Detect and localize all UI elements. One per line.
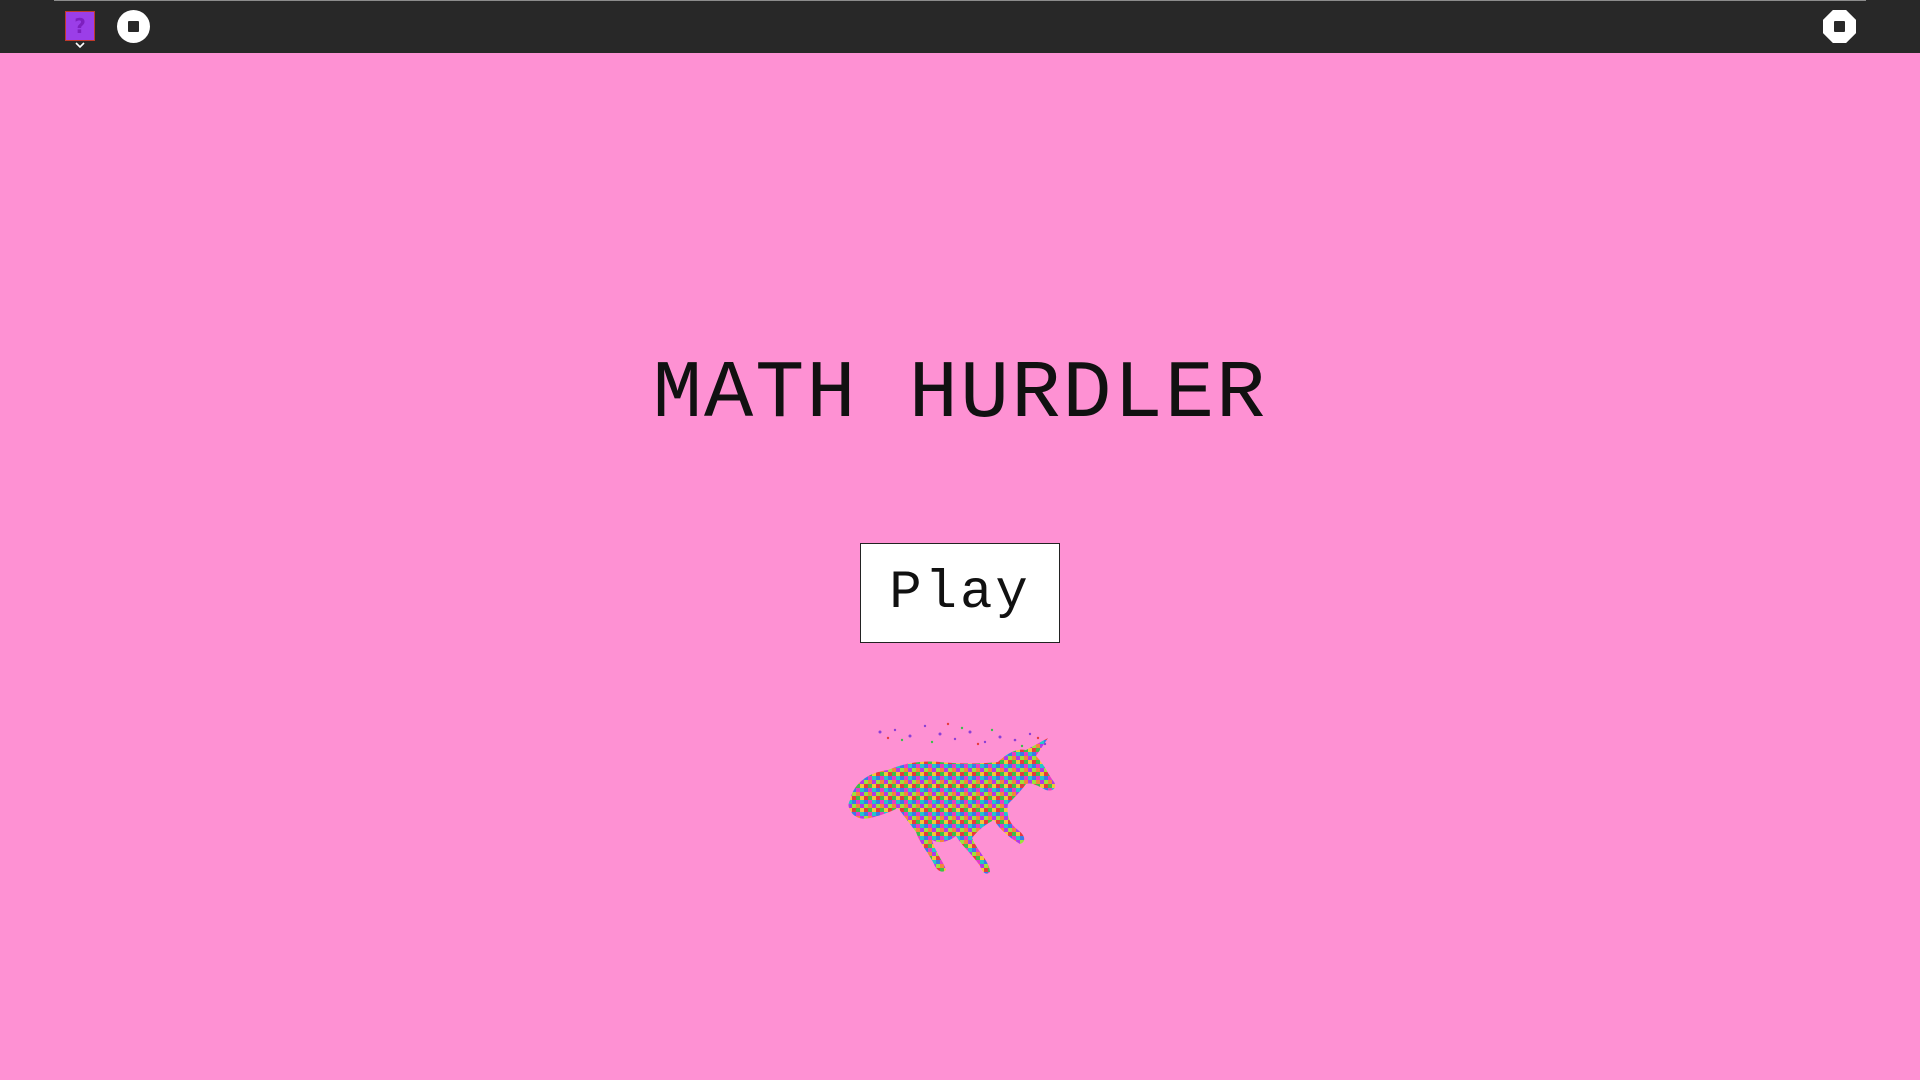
stop-sign-button[interactable] [1823, 10, 1856, 43]
stop-icon [128, 21, 139, 32]
stop-button[interactable] [117, 10, 150, 43]
toolbar-divider [54, 0, 1866, 1]
chevron-down-icon[interactable] [73, 40, 87, 50]
top-toolbar: ? [0, 0, 1920, 53]
play-button[interactable]: Play [860, 543, 1060, 643]
stop-sign-icon [1834, 21, 1845, 32]
rainbow-unicorn-icon [848, 722, 1056, 874]
game-title: MATH HURDLER [652, 348, 1268, 441]
question-block-icon[interactable]: ? [65, 11, 95, 41]
